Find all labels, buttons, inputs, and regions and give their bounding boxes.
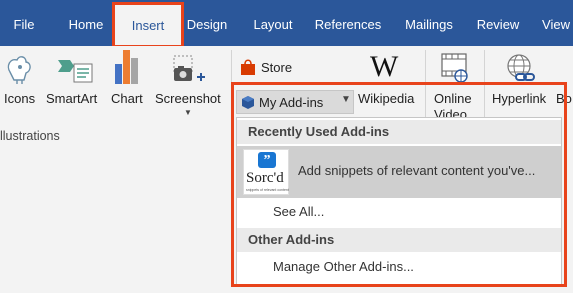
see-all-link[interactable]: See All... xyxy=(273,204,324,219)
store-icon xyxy=(241,59,255,75)
bookmark-label[interactable]: Bo xyxy=(556,91,572,106)
addins-icon xyxy=(242,96,254,109)
tab-file[interactable]: File xyxy=(0,0,48,46)
chevron-down-icon: ▼ xyxy=(184,108,192,117)
recent-addin-item[interactable]: ” Sorc'd snippets of relevant content Ad… xyxy=(237,146,561,198)
addins-dropdown-menu: Recently Used Add-ins ” Sorc'd snippets … xyxy=(236,117,562,286)
hyperlink-label: Hyperlink xyxy=(492,91,547,106)
my-addins-label: My Add-ins xyxy=(259,95,324,110)
sorcd-logo-tagline: snippets of relevant content xyxy=(246,188,289,192)
sorcd-logo-text: Sorc'd xyxy=(246,170,284,186)
tab-home[interactable]: Home xyxy=(57,0,115,46)
group-divider xyxy=(231,50,232,146)
chart-label: Chart xyxy=(111,91,143,106)
icons-label: Icons xyxy=(4,91,36,106)
tab-layout[interactable]: Layout xyxy=(245,0,301,46)
recent-addin-description: Add snippets of relevant content you've.… xyxy=(298,163,536,178)
recent-addins-header: Recently Used Add-ins xyxy=(237,120,561,144)
chart-icon xyxy=(115,50,138,84)
sorcd-logo: ” Sorc'd snippets of relevant content xyxy=(243,149,289,195)
hyperlink-icon xyxy=(507,54,535,81)
quote-icon: ” xyxy=(258,152,276,168)
ribbon-tab-bar: File Home Insert Design Layout Reference… xyxy=(0,0,573,46)
illustrations-group-label-row: llustrations xyxy=(0,129,60,143)
smartart-label: SmartArt xyxy=(46,91,98,106)
other-addins-header: Other Add-ins xyxy=(237,228,561,252)
tab-design[interactable]: Design xyxy=(181,0,233,46)
icons-icon xyxy=(7,56,31,84)
screenshot-label: Screenshot xyxy=(155,91,221,106)
manage-addins-link[interactable]: Manage Other Add-ins... xyxy=(273,259,414,274)
tab-references[interactable]: References xyxy=(310,0,386,46)
tab-review[interactable]: Review xyxy=(470,0,526,46)
tab-view[interactable]: View xyxy=(536,0,573,46)
screenshot-icon xyxy=(173,55,205,81)
tab-insert[interactable]: Insert xyxy=(115,4,181,46)
tab-mailings[interactable]: Mailings xyxy=(397,0,461,46)
wikipedia-label: Wikipedia xyxy=(358,91,415,106)
smartart-icon xyxy=(58,60,93,83)
wikipedia-icon: W xyxy=(370,50,399,83)
online-video-icon xyxy=(441,53,468,83)
store-label: Store xyxy=(261,60,293,75)
my-addins-button[interactable]: My Add-ins ▼ xyxy=(236,90,354,114)
chevron-down-icon[interactable]: ▼ xyxy=(341,94,351,105)
